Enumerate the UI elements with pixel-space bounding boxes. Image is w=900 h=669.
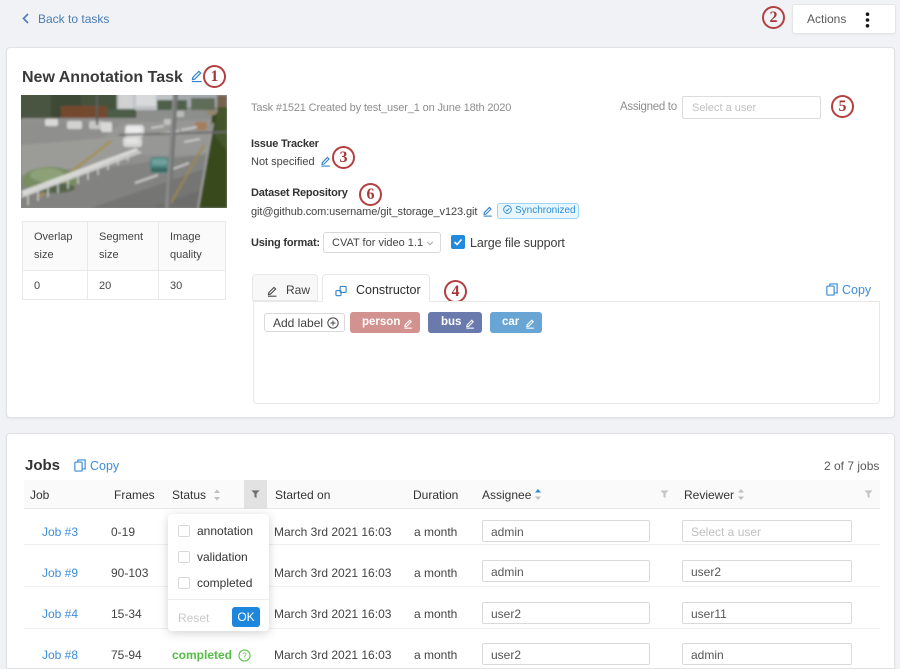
svg-text:?: ? <box>242 651 247 660</box>
